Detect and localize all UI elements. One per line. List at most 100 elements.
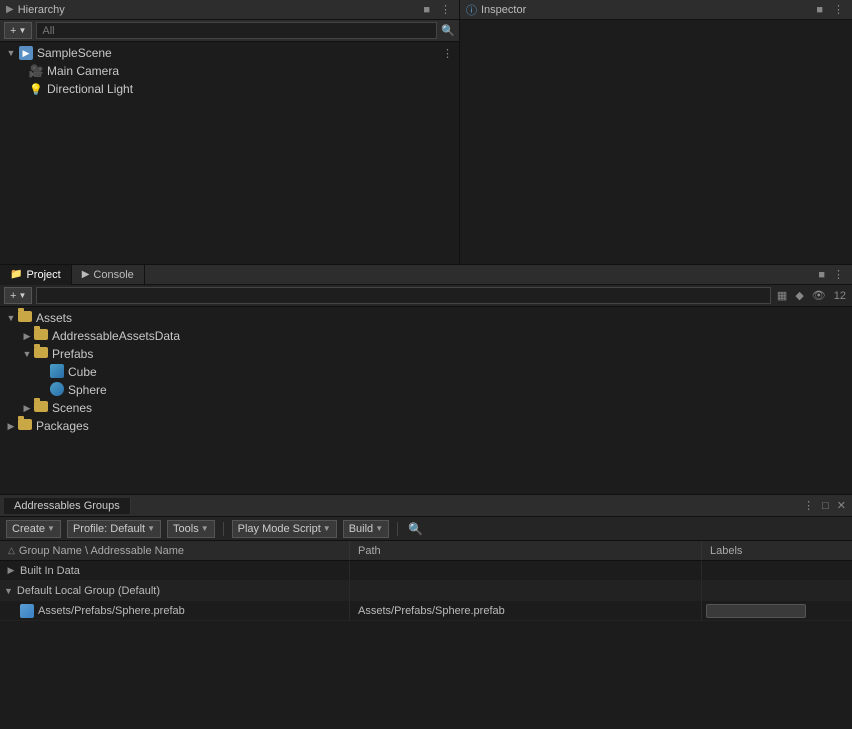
play-mode-dropdown-arrow: ▼ bbox=[323, 524, 331, 533]
main-camera-label: Main Camera bbox=[47, 64, 119, 78]
inspector-header: ⓘ Inspector ■ ⋮ bbox=[460, 0, 852, 20]
hierarchy-search-input[interactable] bbox=[36, 22, 437, 39]
inspector-content bbox=[460, 20, 852, 264]
project-more-icon[interactable]: ⋮ bbox=[831, 267, 846, 282]
sphere-asset-path: Assets/Prefabs/Sphere.prefab bbox=[358, 605, 505, 617]
col-labels: Labels bbox=[702, 541, 852, 560]
main-camera-item[interactable]: 🎥 Main Camera bbox=[0, 62, 459, 80]
scene-label: SampleScene bbox=[37, 46, 112, 60]
directional-light-item[interactable]: 💡 Directional Light bbox=[0, 80, 459, 98]
tools-button[interactable]: Tools ▼ bbox=[167, 520, 215, 538]
sphere-asset-name-cell: Assets/Prefabs/Sphere.prefab bbox=[0, 601, 350, 620]
prefabs-item[interactable]: ▼ Prefabs bbox=[0, 345, 852, 363]
addr-search-button[interactable]: 🔍 bbox=[406, 520, 425, 538]
packages-arrow: ▶ bbox=[4, 421, 18, 432]
addressables-content: ▶ Built In Data ▼ Default Local Group (D… bbox=[0, 561, 852, 729]
scene-item[interactable]: ▼ ▶ SampleScene ⋮ bbox=[0, 44, 459, 62]
project-add-button[interactable]: + ▼ bbox=[4, 287, 32, 304]
built-in-label: Built In Data bbox=[20, 565, 80, 577]
assets-arrow: ▼ bbox=[4, 313, 18, 323]
hierarchy-add-button[interactable]: + ▼ bbox=[4, 22, 32, 39]
hierarchy-search-icon[interactable]: 🔍 bbox=[441, 24, 455, 37]
addr-close-icon[interactable]: ✕ bbox=[835, 498, 848, 513]
hierarchy-collapse-icon[interactable]: ▶ bbox=[6, 4, 14, 15]
inspector-more-icon[interactable]: ⋮ bbox=[831, 2, 846, 17]
hierarchy-toolbar: + ▼ 🔍 bbox=[0, 20, 459, 42]
packages-item[interactable]: ▶ Packages bbox=[0, 417, 852, 435]
camera-icon: 🎥 bbox=[28, 63, 44, 79]
addr-data-label: AddressableAssetsData bbox=[52, 329, 180, 343]
cube-item[interactable]: Cube bbox=[0, 363, 852, 381]
project-toolbar: + ▼ ▦ ◆ 👁 12 bbox=[0, 285, 852, 307]
cube-label: Cube bbox=[68, 365, 97, 379]
scenes-label: Scenes bbox=[52, 401, 92, 415]
profile-dropdown-arrow: ▼ bbox=[147, 524, 155, 533]
default-local-group-row[interactable]: ▼ Default Local Group (Default) bbox=[0, 581, 852, 601]
addressables-toolbar: Create ▼ Profile: Default ▼ Tools ▼ Play… bbox=[0, 517, 852, 541]
addressables-columns: △ Group Name \ Addressable Name Path Lab… bbox=[0, 541, 852, 561]
scenes-item[interactable]: ▶ Scenes bbox=[0, 399, 852, 417]
inspector-info-icon: ⓘ bbox=[466, 2, 477, 18]
addressables-tab[interactable]: Addressables Groups bbox=[4, 498, 131, 514]
packages-folder-icon bbox=[18, 419, 32, 433]
project-filter-icon[interactable]: ◆ bbox=[793, 288, 805, 303]
assets-item[interactable]: ▼ Assets bbox=[0, 309, 852, 327]
hierarchy-header-icons: ■ ⋮ bbox=[421, 2, 453, 17]
add-dropdown-arrow: ▼ bbox=[18, 26, 26, 35]
build-dropdown-arrow: ▼ bbox=[375, 524, 383, 533]
hierarchy-panel: ▶ Hierarchy ■ ⋮ + ▼ 🔍 ▼ ▶ SampleScene bbox=[0, 0, 460, 264]
project-view-icon[interactable]: ▦ bbox=[775, 288, 789, 303]
project-content: ▼ Assets ▶ AddressableAssetsData ▼ Prefa… bbox=[0, 307, 852, 494]
addr-maximize-icon[interactable]: □ bbox=[820, 499, 831, 513]
cube-icon bbox=[50, 364, 64, 381]
hierarchy-header: ▶ Hierarchy ■ ⋮ bbox=[0, 0, 459, 20]
inspector-title: Inspector bbox=[481, 4, 814, 16]
sphere-asset-labels-cell[interactable] bbox=[702, 601, 852, 620]
project-eye-icon[interactable]: 👁 bbox=[810, 288, 828, 303]
project-search-input[interactable] bbox=[36, 287, 771, 304]
prefabs-label: Prefabs bbox=[52, 347, 93, 361]
scene-more-button[interactable]: ⋮ bbox=[442, 47, 459, 60]
tab-project[interactable]: 📁 Project bbox=[0, 265, 72, 285]
scenes-folder-icon bbox=[34, 401, 48, 415]
project-add-arrow: ▼ bbox=[18, 291, 26, 300]
prefabs-folder-icon bbox=[34, 347, 48, 361]
default-local-group-label: Default Local Group (Default) bbox=[17, 585, 160, 597]
sphere-asset-path-cell: Assets/Prefabs/Sphere.prefab bbox=[350, 601, 702, 620]
addr-more-icon[interactable]: ⋮ bbox=[801, 498, 816, 513]
prefabs-arrow: ▼ bbox=[20, 349, 34, 359]
assets-label: Assets bbox=[36, 311, 72, 325]
inspector-panel: ⓘ Inspector ■ ⋮ bbox=[460, 0, 852, 264]
project-panel: 📁 Project ▶ Console ■ ⋮ + ▼ ▦ ◆ 👁 12 bbox=[0, 265, 852, 495]
addressable-assets-data-item[interactable]: ▶ AddressableAssetsData bbox=[0, 327, 852, 345]
play-mode-script-button[interactable]: Play Mode Script ▼ bbox=[232, 520, 337, 538]
labels-pill[interactable] bbox=[706, 604, 806, 618]
bottom-area: 📁 Project ▶ Console ■ ⋮ + ▼ ▦ ◆ 👁 12 bbox=[0, 265, 852, 729]
project-tab-bar: 📁 Project ▶ Console ■ ⋮ bbox=[0, 265, 852, 285]
scene-icon: ▶ bbox=[18, 45, 34, 61]
light-icon: 💡 bbox=[28, 81, 44, 97]
tab-console[interactable]: ▶ Console bbox=[72, 265, 145, 285]
hierarchy-lock-icon[interactable]: ■ bbox=[421, 3, 432, 17]
project-lock-icon[interactable]: ■ bbox=[816, 268, 827, 282]
project-count-label: 12 bbox=[832, 289, 848, 303]
hierarchy-title: Hierarchy bbox=[18, 4, 422, 16]
sphere-item[interactable]: Sphere bbox=[0, 381, 852, 399]
addressables-panel: Addressables Groups ⋮ □ ✕ Create ▼ Profi… bbox=[0, 495, 852, 729]
addressables-tab-bar: Addressables Groups ⋮ □ ✕ bbox=[0, 495, 852, 517]
addr-data-folder-icon bbox=[34, 329, 48, 343]
sphere-icon bbox=[50, 382, 64, 399]
scenes-arrow: ▶ bbox=[20, 403, 34, 414]
sphere-label: Sphere bbox=[68, 383, 107, 397]
profile-button[interactable]: Profile: Default ▼ bbox=[67, 520, 161, 538]
inspector-lock-icon[interactable]: ■ bbox=[814, 3, 825, 17]
packages-label: Packages bbox=[36, 419, 89, 433]
default-local-group-name-cell: ▼ Default Local Group (Default) bbox=[0, 581, 350, 600]
built-in-data-row[interactable]: ▶ Built In Data bbox=[0, 561, 852, 581]
create-button[interactable]: Create ▼ bbox=[6, 520, 61, 538]
sphere-addr-icon bbox=[20, 604, 34, 618]
build-button[interactable]: Build ▼ bbox=[343, 520, 389, 538]
sphere-asset-row[interactable]: Assets/Prefabs/Sphere.prefab Assets/Pref… bbox=[0, 601, 852, 621]
hierarchy-more-icon[interactable]: ⋮ bbox=[438, 2, 453, 17]
built-in-arrow: ▶ bbox=[4, 565, 18, 576]
